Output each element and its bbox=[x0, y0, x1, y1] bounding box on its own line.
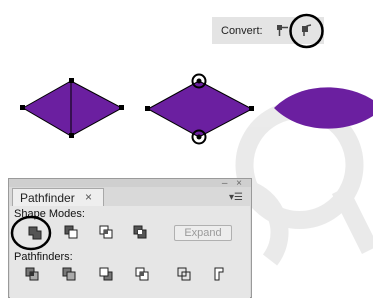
smooth-button-highlight bbox=[289, 13, 324, 49]
panel-title-strip bbox=[9, 179, 251, 187]
outline-icon[interactable] bbox=[176, 266, 192, 282]
diamond-shape-1[interactable] bbox=[20, 78, 124, 138]
tab-close-icon[interactable]: × bbox=[85, 190, 92, 204]
tab-pathfinder-label: Pathfinder bbox=[20, 191, 75, 205]
intersect-icon[interactable] bbox=[98, 224, 114, 240]
expand-button[interactable]: Expand bbox=[174, 225, 232, 241]
tab-pathfinder[interactable]: Pathfinder × bbox=[12, 188, 104, 207]
panel-menu-icon[interactable]: ▾☰ bbox=[229, 192, 243, 203]
trim-icon[interactable] bbox=[61, 266, 77, 282]
crop-icon[interactable] bbox=[134, 266, 150, 282]
convert-label: Convert: bbox=[221, 25, 263, 37]
minus-front-icon[interactable] bbox=[63, 224, 79, 240]
divide-icon[interactable] bbox=[24, 266, 40, 282]
exclude-icon[interactable] bbox=[132, 224, 148, 240]
panel-window-controls[interactable]: – × bbox=[222, 178, 245, 189]
merge-icon[interactable] bbox=[98, 266, 114, 282]
unite-button-highlight bbox=[10, 215, 52, 251]
minus-back-icon[interactable] bbox=[213, 266, 229, 282]
leaf-shape-3[interactable] bbox=[274, 87, 373, 129]
